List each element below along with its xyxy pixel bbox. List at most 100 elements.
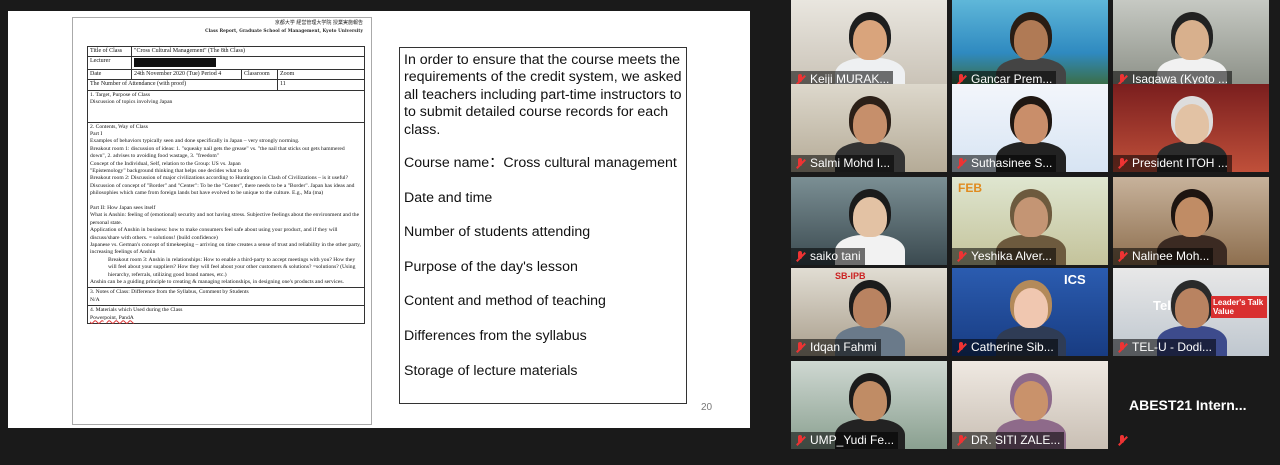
participant-tile[interactable]: Isagawa (Kyoto ...	[1113, 0, 1269, 88]
participant-tile[interactable]: Gancar Prem...	[952, 0, 1108, 88]
participant-nametag: saiko tani	[791, 248, 865, 265]
class-report-document: 京都大学 経営管理大学院 授業実施報告 Class Report, Gradua…	[72, 17, 372, 425]
participant-tile[interactable]: Catherine Sib... ICS	[952, 268, 1108, 356]
mic-muted-icon	[794, 341, 806, 354]
participant-face	[853, 288, 887, 328]
sec2-line: Examples of behaviors typically seen and…	[90, 138, 300, 145]
participant-name: Idqan Fahmi	[810, 340, 877, 354]
participant-face	[1014, 288, 1048, 328]
participant-name: UMP_Yudi Fe...	[810, 433, 895, 447]
slide-intro-text: In order to ensure that the course meets…	[404, 52, 682, 138]
participant-nametag: Salmi Mohd I...	[791, 155, 895, 172]
sec1-title: 1. Target, Purpose of Class	[90, 91, 150, 98]
shared-screen-slide: 京都大学 経営管理大学院 授業実施報告 Class Report, Gradua…	[8, 11, 750, 428]
attendance-value: 11	[277, 79, 365, 91]
participant-tile[interactable]: Keiji MURAK...	[791, 0, 947, 88]
participant-tile[interactable]: DR. SITI ZALE...	[952, 361, 1108, 449]
mic-muted-icon	[1116, 250, 1128, 263]
mic-muted-icon	[794, 434, 806, 447]
sec2-tail: Anshin can be a guiding principle to cre…	[90, 279, 344, 286]
participant-name: Salmi Mohd I...	[810, 156, 891, 170]
participant-tile[interactable]: Nalinee Moh...	[1113, 177, 1269, 265]
participant-nametag: Idqan Fahmi	[791, 339, 881, 356]
mic-muted-icon	[955, 341, 967, 354]
sec4-body: Powerpoint, PandA	[90, 314, 134, 321]
participant-tile[interactable]: ABEST21 Intern...	[1113, 361, 1269, 449]
sec2-line: Concept of the Individual, Self, relatio…	[90, 160, 241, 167]
mic-muted-icon	[1116, 341, 1128, 354]
sec1-body: Discussion of topics involving Japan	[90, 98, 173, 105]
participant-tile[interactable]: Salmi Mohd I...	[791, 84, 947, 172]
participant-name: Yeshika Alver...	[971, 249, 1052, 263]
sec2-line: Breakout room 1: discussion of ideas: 1.…	[90, 145, 345, 160]
participant-face	[853, 104, 887, 144]
participant-nametag: Yeshika Alver...	[952, 248, 1056, 265]
mic-muted-icon	[1116, 434, 1128, 447]
slide-page-number: 20	[701, 402, 713, 413]
sec2-indent: Breakout room 3: Anshin in relationships…	[108, 256, 356, 278]
participant-name: Catherine Sib...	[971, 340, 1054, 354]
sec3-body: N/A	[90, 296, 100, 303]
participant-name: Suthasinee S...	[971, 156, 1053, 170]
slide-item: Differences from the syllabus	[404, 328, 587, 344]
participant-tile[interactable]: saiko tani	[791, 177, 947, 265]
sbipb-logo: SB-IPB	[835, 271, 866, 281]
participant-name: TEL-U - Dodi...	[1132, 340, 1213, 354]
participant-name: Nalinee Moh...	[1132, 249, 1210, 263]
slide-item: Content and method of teaching	[404, 293, 606, 310]
sec2-line: Discussion of concept of "Border" and "C…	[90, 182, 355, 197]
sec3-title: 3. Notes of Class: Difference from the S…	[90, 289, 249, 296]
participant-nametag: President ITOH ...	[1113, 155, 1232, 172]
sec2-title: 2. Contents, Way of Class	[90, 123, 148, 130]
tel-u-logo: Tel	[1153, 298, 1171, 313]
participant-face	[1175, 20, 1209, 60]
participant-name: DR. SITI ZALE...	[971, 433, 1061, 447]
title-label: Title of Class	[87, 45, 132, 58]
participant-face	[1175, 288, 1209, 328]
classroom-label: Classroom	[241, 68, 278, 81]
sec2-line: Breakout room 2: Discussion of major civ…	[90, 175, 349, 182]
participant-nametag: UMP_Yudi Fe...	[791, 432, 899, 449]
redacted-block	[134, 58, 216, 68]
participant-face	[1014, 381, 1048, 421]
participant-nametag: Catherine Sib...	[952, 339, 1058, 356]
participant-tile[interactable]: Idqan Fahmi SB-IPB	[791, 268, 947, 356]
participant-face	[853, 20, 887, 60]
mic-muted-icon	[794, 157, 806, 170]
date-label: Date	[87, 68, 132, 81]
ics-logo: ICS	[1064, 272, 1086, 287]
mic-muted-icon	[955, 434, 967, 447]
participant-tile[interactable]: Yeshika Alver... FEB	[952, 177, 1108, 265]
sec2-lines: Part I Examples of behaviors typically s…	[90, 131, 362, 257]
leaders-talk-banner: Leader's Talk Value	[1211, 296, 1267, 318]
participant-name-large: ABEST21 Intern...	[1129, 397, 1247, 413]
participant-nametag: Nalinee Moh...	[1113, 248, 1214, 265]
classroom-value: Zoom	[277, 68, 365, 81]
doc-header-en: Class Report, Graduate School of Managem…	[205, 28, 363, 33]
mic-muted-icon	[1116, 157, 1128, 170]
participant-face	[1014, 20, 1048, 60]
participant-tile[interactable]: Suthasinee S...	[952, 84, 1108, 172]
participant-name: President ITOH ...	[1132, 156, 1228, 170]
participant-name: saiko tani	[810, 249, 861, 263]
attendance-label: The Number of Attendance (with proof)	[87, 79, 278, 91]
participant-nametag: DR. SITI ZALE...	[952, 432, 1065, 449]
mic-muted-icon	[794, 250, 806, 263]
mic-muted-icon	[955, 157, 967, 170]
sec2-line: Japanese vs. German's concept of timekee…	[90, 242, 361, 256]
participant-tile[interactable]: TEL-U - Dodi... Leader's Talk Value Tel	[1113, 268, 1269, 356]
title-value: "Cross Cultural Management" (The 8th Cla…	[131, 45, 365, 58]
doc-header-jp: 京都大学 経営管理大学院 授業実施報告	[274, 20, 363, 26]
slide-item-list: Course name：Cross cultural management Dat…	[404, 155, 682, 380]
participant-face	[853, 381, 887, 421]
participant-tile[interactable]: UMP_Yudi Fe...	[791, 361, 947, 449]
participant-tile[interactable]: President ITOH ...	[1113, 84, 1269, 172]
class-report-table: Title of Class "Cross Cultural Managemen…	[87, 45, 365, 325]
sec2-line: What is Anshin: feeling of (emotional) s…	[90, 212, 360, 226]
slide-text-box: In order to ensure that the course meets…	[399, 47, 687, 404]
sec2-line	[90, 198, 362, 205]
participant-face	[1175, 104, 1209, 144]
slide-item: Number of students attending	[404, 224, 591, 241]
participant-face	[853, 197, 887, 237]
feb-logo: FEB	[958, 181, 982, 195]
